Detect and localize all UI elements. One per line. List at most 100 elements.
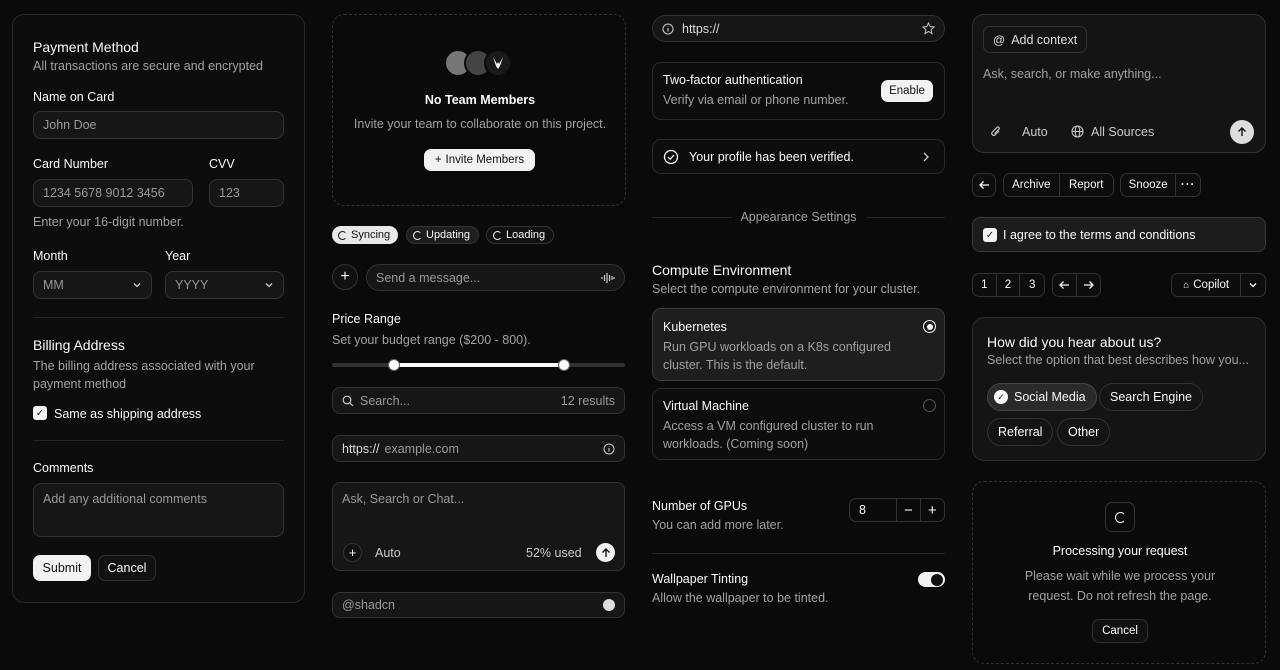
- assistant-send-button[interactable]: [1230, 120, 1254, 144]
- enable-2fa-button[interactable]: Enable: [881, 80, 933, 102]
- browser-url: https://: [682, 21, 720, 36]
- survey-option-other[interactable]: Other: [1057, 418, 1111, 446]
- wallpaper-toggle[interactable]: [918, 572, 945, 587]
- message-input[interactable]: Send a message...: [366, 264, 625, 291]
- gpus-stepper[interactable]: 8 − +: [849, 498, 945, 522]
- back-button-group: [972, 173, 996, 197]
- pill-label: Syncing: [351, 229, 391, 241]
- add-attachment-button[interactable]: +: [332, 264, 358, 290]
- copilot-label: Copilot: [1193, 279, 1230, 291]
- month-label: Month: [33, 249, 68, 263]
- price-title: Price Range: [332, 312, 401, 326]
- compute-option-vm[interactable]: Virtual Machine Access a VM configured c…: [652, 388, 945, 460]
- copilot-button[interactable]: ⌂ Copilot: [1172, 274, 1242, 296]
- card-number-placeholder: 1234 5678 9012 3456: [43, 186, 165, 200]
- info-icon: [662, 23, 674, 35]
- invite-members-button[interactable]: + Invite Members: [424, 149, 535, 171]
- comments-textarea[interactable]: Add any additional comments: [33, 483, 284, 537]
- cvv-input[interactable]: 123: [209, 179, 284, 207]
- page-button-3[interactable]: 3: [1020, 274, 1044, 296]
- arrow-up-icon: [1238, 127, 1246, 136]
- url-input[interactable]: https:// example.com: [332, 435, 625, 462]
- chevron-down-icon: [1249, 283, 1257, 288]
- chat-placeholder: Ask, Search or Chat...: [342, 492, 465, 506]
- assistant-mode[interactable]: Auto: [1022, 125, 1048, 139]
- survey-option-search-engine[interactable]: Search Engine: [1099, 383, 1204, 411]
- terms-box[interactable]: ✓ I agree to the terms and conditions: [972, 217, 1266, 252]
- radio-selected[interactable]: [923, 320, 936, 333]
- processing-cancel-button[interactable]: Cancel: [1092, 619, 1148, 643]
- username-input[interactable]: @shadcn: [332, 592, 625, 618]
- archive-button[interactable]: Archive: [1004, 174, 1060, 196]
- submit-button[interactable]: Submit: [33, 555, 91, 581]
- search-input[interactable]: Search... 12 results: [332, 387, 625, 414]
- status-pill-updating: Updating: [406, 226, 480, 244]
- chat-mode[interactable]: Auto: [375, 546, 401, 560]
- terms-checkbox[interactable]: ✓: [983, 228, 997, 242]
- plus-icon: +: [434, 154, 442, 166]
- add-context-button[interactable]: @ Add context: [983, 26, 1088, 53]
- page-button-1[interactable]: 1: [973, 274, 997, 296]
- snooze-button[interactable]: Snooze: [1121, 174, 1177, 196]
- option-desc: Run GPU workloads on a K8s configured cl…: [663, 340, 891, 372]
- back-button[interactable]: [973, 174, 995, 196]
- report-button[interactable]: Report: [1060, 174, 1114, 196]
- price-slider-track[interactable]: [332, 359, 625, 371]
- cvv-label: CVV: [209, 157, 235, 171]
- assistant-placeholder: Ask, search, or make anything...: [983, 67, 1162, 81]
- gpus-title: Number of GPUs: [652, 499, 748, 513]
- page-button-2[interactable]: 2: [997, 274, 1021, 296]
- chat-add-button[interactable]: +: [343, 543, 362, 562]
- name-label: Name on Card: [33, 90, 115, 104]
- audio-wave-icon[interactable]: [601, 272, 615, 284]
- year-value: YYYY: [175, 278, 209, 292]
- twofa-desc: Verify via email or phone number.: [663, 93, 849, 107]
- survey-option-social-media[interactable]: ✓ Social Media: [987, 383, 1097, 411]
- option-label: Social Media: [1014, 390, 1086, 404]
- month-select[interactable]: MM: [33, 271, 152, 299]
- message-placeholder: Send a message...: [376, 270, 481, 285]
- price-slider-range: [394, 363, 564, 367]
- status-pill-loading: Loading: [486, 226, 555, 244]
- plus-button[interactable]: +: [921, 499, 944, 521]
- year-select[interactable]: YYYY: [165, 271, 284, 299]
- at-icon: @: [993, 32, 1006, 47]
- compute-option-kubernetes[interactable]: Kubernetes Run GPU workloads on a K8s co…: [652, 308, 945, 381]
- price-slider-max-thumb[interactable]: [558, 359, 570, 371]
- url-prefix: https://: [342, 441, 380, 456]
- divider: [33, 317, 284, 318]
- radio-unselected[interactable]: [923, 399, 936, 412]
- divider: [652, 553, 945, 554]
- survey-option-referral[interactable]: Referral: [987, 418, 1054, 446]
- paperclip-icon[interactable]: [990, 125, 1002, 139]
- divider: [866, 217, 945, 218]
- survey-title: How did you hear about us?: [987, 334, 1162, 350]
- cancel-button[interactable]: Cancel: [98, 555, 156, 581]
- more-options-button[interactable]: ···: [1176, 174, 1200, 196]
- copilot-dropdown-button[interactable]: [1241, 274, 1265, 296]
- price-slider-min-thumb[interactable]: [388, 359, 400, 371]
- option-label: Search Engine: [1110, 390, 1193, 404]
- same-address-checkbox[interactable]: ✓: [33, 406, 47, 420]
- chevron-right-icon: [921, 151, 931, 163]
- info-icon[interactable]: [603, 443, 615, 455]
- name-input[interactable]: John Doe: [33, 111, 284, 139]
- verified-text: Your profile has been verified.: [689, 150, 854, 164]
- assistant-sources[interactable]: All Sources: [1091, 125, 1154, 139]
- next-page-button[interactable]: [1077, 274, 1100, 296]
- terms-label: I agree to the terms and conditions: [1003, 228, 1196, 242]
- verified-banner[interactable]: Your profile has been verified.: [652, 139, 945, 174]
- prev-page-button[interactable]: [1053, 274, 1077, 296]
- assistant-box[interactable]: @ Add context Ask, search, or make anythi…: [972, 14, 1266, 153]
- billing-title: Billing Address: [33, 337, 125, 353]
- chat-send-button[interactable]: [596, 543, 615, 562]
- status-dot: [603, 599, 615, 611]
- spinner-icon: [1105, 502, 1135, 532]
- copilot-split-button: ⌂ Copilot: [1171, 273, 1266, 297]
- chat-box[interactable]: Ask, Search or Chat... + Auto 52% used: [332, 482, 625, 571]
- gpus-value[interactable]: 8: [850, 499, 898, 521]
- minus-button[interactable]: −: [897, 499, 921, 521]
- star-icon[interactable]: [922, 22, 935, 35]
- card-number-input[interactable]: 1234 5678 9012 3456: [33, 179, 193, 207]
- browser-url-bar[interactable]: https://: [652, 15, 945, 42]
